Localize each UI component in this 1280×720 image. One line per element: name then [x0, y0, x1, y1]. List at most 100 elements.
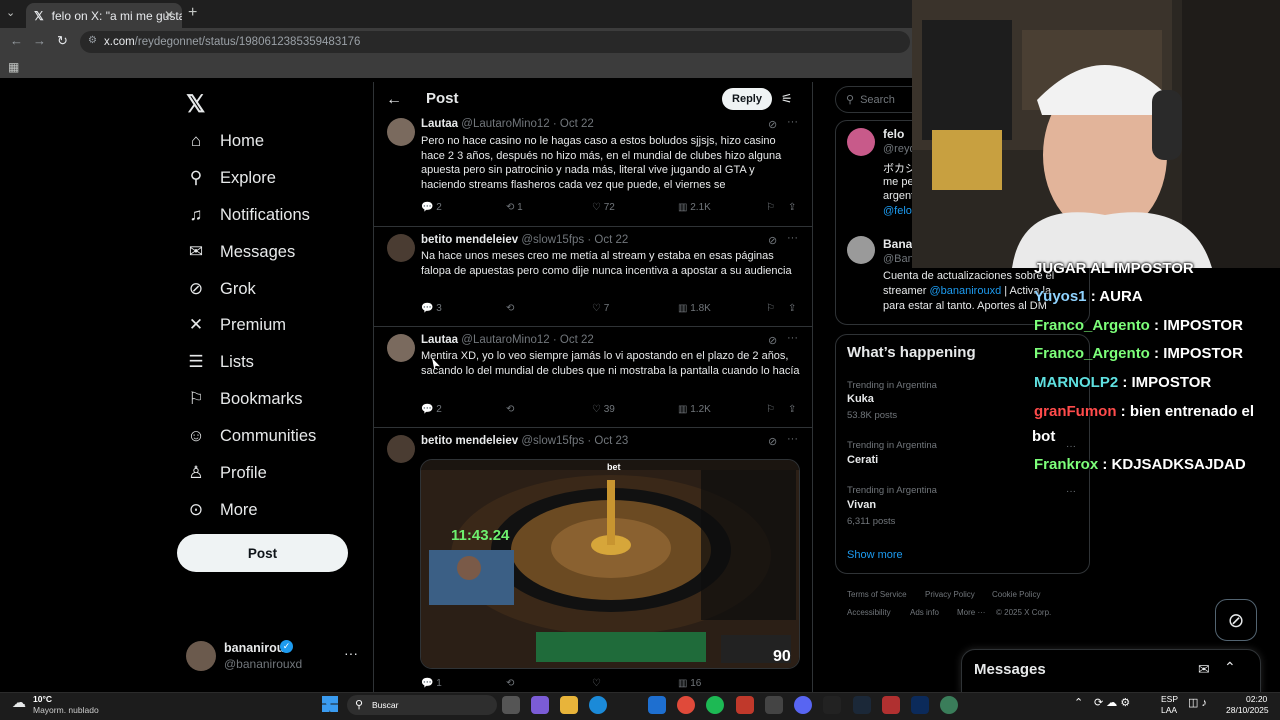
nav-messages[interactable]: ✉ Messages	[186, 237, 295, 267]
tweet-author[interactable]: betito mendeleiev	[421, 435, 518, 447]
discord-icon[interactable]	[794, 696, 812, 714]
tweet-avatar[interactable]	[387, 334, 415, 362]
tweet-author[interactable]: Lautaa	[421, 334, 458, 346]
view-count[interactable]: ▥ 2.1K	[678, 202, 766, 213]
tweet-date[interactable]: · Oct 23	[587, 435, 628, 447]
trend-name[interactable]: Kuka	[847, 393, 874, 405]
nav-communities[interactable]: ☺ Communities	[186, 421, 316, 451]
show-more-link[interactable]: Show more	[847, 549, 903, 561]
repost-count[interactable]: ⟲	[506, 678, 592, 689]
bookmark-icon[interactable]: ⚐	[766, 202, 788, 213]
back-icon[interactable]: ←	[10, 33, 23, 48]
outlook-icon[interactable]	[648, 696, 666, 714]
tweet-more-icon[interactable]: ···	[787, 232, 798, 244]
app-icon[interactable]	[882, 696, 900, 714]
like-count[interactable]: ♡ 72	[592, 202, 678, 213]
apps-grid-icon[interactable]: ▦	[8, 60, 19, 74]
tweet-avatar[interactable]	[387, 118, 415, 146]
user-name[interactable]: felo	[883, 127, 904, 141]
nav-grok[interactable]: ⊘ Grok	[186, 274, 256, 304]
app-icon[interactable]	[823, 696, 841, 714]
user-bio-link[interactable]: @felo	[883, 205, 912, 217]
grok-explain-icon[interactable]: ⊘	[768, 435, 777, 448]
tweet-date[interactable]: · Oct 22	[587, 234, 628, 246]
nav-notifications[interactable]: ♫ Notifications	[186, 200, 310, 230]
back-arrow-icon[interactable]: ←	[386, 91, 402, 109]
reply-count[interactable]: 💬 3	[421, 303, 506, 314]
tweet-more-icon[interactable]: ···	[787, 116, 798, 128]
tweet-more-icon[interactable]: ···	[787, 433, 798, 445]
tweet-date[interactable]: · Oct 22	[553, 118, 594, 130]
trend-name[interactable]: Cerati	[847, 454, 878, 466]
tweet-avatar[interactable]	[387, 435, 415, 463]
tab-search-icon[interactable]: ⌄	[6, 6, 15, 19]
repost-count[interactable]: ⟲ 1	[506, 202, 592, 213]
reply-button[interactable]: Reply	[722, 88, 772, 110]
app-icon[interactable]	[940, 696, 958, 714]
nav-lists[interactable]: ☰ Lists	[186, 347, 254, 377]
account-more-icon[interactable]: ···	[344, 645, 358, 661]
nav-home[interactable]: ⌂ Home	[186, 126, 264, 156]
share-icon[interactable]: ⇪	[788, 404, 796, 415]
nav-more[interactable]: ⊙ More	[186, 495, 258, 525]
nav-premium[interactable]: ✕ Premium	[186, 310, 286, 340]
reply-count[interactable]: 💬 2	[421, 404, 506, 415]
like-count[interactable]: ♡	[592, 678, 678, 689]
view-count[interactable]: ▥ 16	[678, 678, 766, 689]
share-icon[interactable]: ⇪	[788, 303, 796, 314]
task-view-icon[interactable]	[502, 696, 520, 714]
grok-explain-icon[interactable]: ⊘	[768, 334, 777, 347]
language-indicator[interactable]: ESP	[1161, 694, 1178, 704]
account-name[interactable]: bananirou	[224, 641, 284, 655]
reply-settings-icon[interactable]: ⚟	[781, 91, 793, 107]
tweet-handle[interactable]: @LautaroMino12	[461, 334, 549, 346]
tweet-avatar[interactable]	[387, 234, 415, 262]
footer-link[interactable]: Terms of Service	[847, 590, 907, 599]
footer-link[interactable]: Ads info	[910, 608, 939, 617]
new-message-icon[interactable]: ✉	[1198, 661, 1210, 678]
view-count[interactable]: ▥ 1.2K	[678, 404, 766, 415]
new-tab-icon[interactable]: +	[188, 4, 197, 22]
footer-link[interactable]: Privacy Policy	[925, 590, 975, 599]
chrome-icon[interactable]	[677, 696, 695, 714]
repost-count[interactable]: ⟲	[506, 303, 592, 314]
tray-icons[interactable]: ⟳ ☁ ⚙	[1094, 696, 1130, 709]
messages-drawer[interactable]: Messages ✉ ⌃	[961, 649, 1261, 693]
copilot-icon[interactable]	[531, 696, 549, 714]
clock-date[interactable]: 28/10/2025	[1226, 705, 1269, 715]
voice-meeter-icon[interactable]	[736, 696, 754, 714]
forward-icon[interactable]: →	[33, 33, 46, 48]
reply-count[interactable]: 💬 1	[421, 678, 506, 689]
site-info-icon[interactable]: ⚙	[88, 35, 97, 46]
tweet-more-icon[interactable]: ···	[787, 332, 798, 344]
bookmark-icon[interactable]: ⚐	[766, 404, 788, 415]
spotify-icon[interactable]	[706, 696, 724, 714]
like-count[interactable]: ♡ 7	[592, 303, 678, 314]
file-explorer-icon[interactable]	[560, 696, 578, 714]
view-count[interactable]: ▥ 1.8K	[678, 303, 766, 314]
tweet-handle[interactable]: @slow15fps	[521, 435, 584, 447]
tweet-handle[interactable]: @slow15fps	[521, 234, 584, 246]
user-avatar[interactable]	[847, 236, 875, 264]
steam-icon[interactable]	[853, 696, 871, 714]
grok-explain-icon[interactable]: ⊘	[768, 118, 777, 131]
network-icon[interactable]: ◫ ♪	[1188, 696, 1207, 709]
reply-count[interactable]: 💬 2	[421, 202, 506, 213]
x-logo-icon[interactable]: 𝕏	[186, 90, 205, 119]
reload-icon[interactable]: ↻	[57, 33, 68, 49]
close-tab-icon[interactable]: ✕	[164, 8, 174, 22]
user-avatar[interactable]	[847, 128, 875, 156]
post-button[interactable]: Post	[177, 534, 348, 572]
nav-profile[interactable]: ♙ Profile	[186, 458, 266, 488]
url-field[interactable]: x.com/reydegonnet/status/198061238535948…	[80, 31, 910, 53]
share-icon[interactable]: ⇪	[788, 202, 796, 213]
tweet-handle[interactable]: @LautaroMino12	[461, 118, 549, 130]
weather-icon[interactable]: ☁	[12, 694, 26, 711]
nav-explore[interactable]: ⚲ Explore	[186, 163, 276, 193]
clock-time[interactable]: 02:20	[1246, 694, 1267, 704]
nav-bookmarks[interactable]: ⚐ Bookmarks	[186, 384, 302, 414]
app-icon[interactable]	[765, 696, 783, 714]
repost-count[interactable]: ⟲	[506, 404, 592, 415]
browser-tab[interactable]: 𝕏 felo on X: "a mi me gusta que e ✕	[26, 3, 182, 28]
expand-icon[interactable]: ⌃	[1224, 659, 1236, 676]
